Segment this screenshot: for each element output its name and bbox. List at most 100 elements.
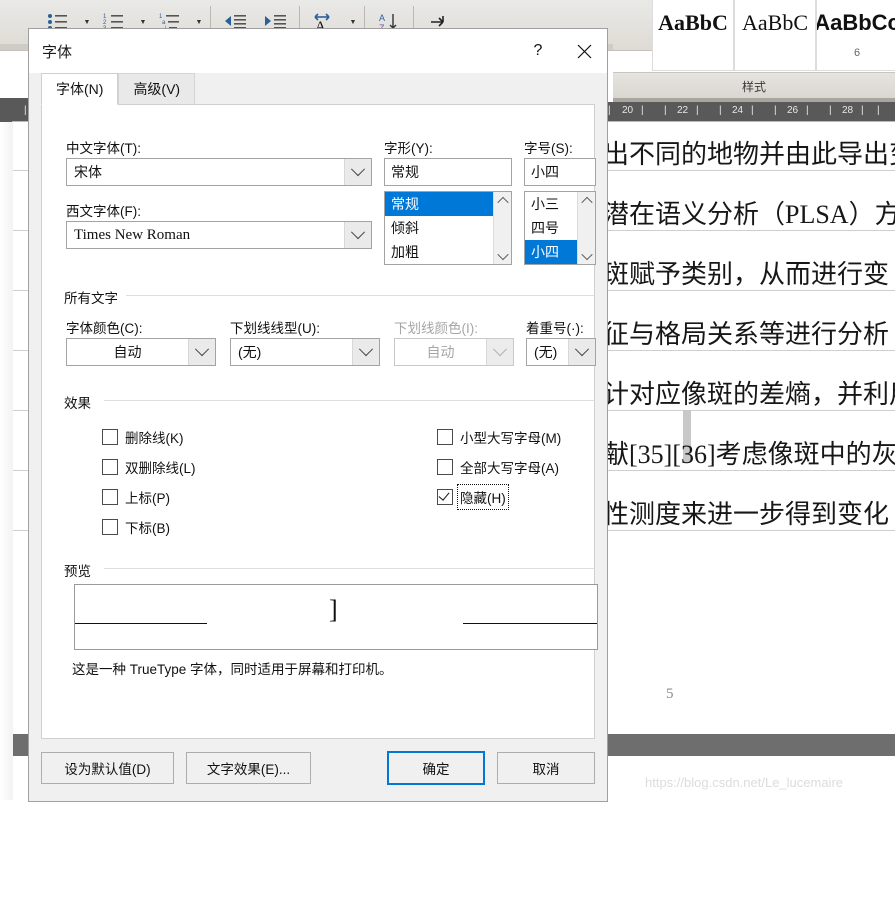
preview-group-title: 预览 [64,560,97,580]
checkbox-subscript[interactable]: 下标(B) [102,517,170,537]
tab-label: 高级(V) [133,81,181,97]
font-tab-panel: 中文字体(T): 宋体 西文字体(F): Times New Roman 字形(… [41,104,598,739]
page-number: 5 [666,686,674,702]
checkbox-label: 隐藏(H) [457,484,509,510]
chevron-down-icon[interactable] [344,159,371,185]
ok-button[interactable]: 确定 [387,751,485,785]
checkbox-small-caps[interactable]: 小型大写字母(M) [437,427,561,447]
font-style-label: 字形(Y): [384,141,433,156]
checkbox-box[interactable] [437,489,453,505]
list-item[interactable]: 倾斜 [385,216,493,240]
close-icon[interactable] [561,29,607,73]
underline-style-value: (无) [238,344,262,360]
emphasis-mark-label: 着重号(·): [526,321,584,336]
document-line: 献[35][36]考虑像斑中的灰 [603,440,895,469]
styles-gallery[interactable]: AaBbC AaBbC AaBbCc 6 AaBbCcI 标题 7 AaBbCc… [652,0,895,72]
checkbox-double-strikethrough[interactable]: 双删除线(L) [102,457,196,477]
underline-color-value: 自动 [426,344,455,360]
checkbox-box[interactable] [102,429,118,445]
chinese-font-combo[interactable]: 宋体 [66,158,372,186]
emphasis-mark-value: (无) [534,344,558,360]
list-item[interactable]: 小三 [525,192,577,216]
font-style-input[interactable]: 常规 [384,158,512,186]
font-style-listbox[interactable]: 常规 倾斜 加粗 [384,191,512,265]
all-text-group-title: 所有文字 [64,287,124,307]
document-line: 斑赋予类别，从而进行变 [603,260,890,289]
scroll-down-icon[interactable] [494,247,511,264]
checkbox-hidden[interactable]: 隐藏(H) [437,484,509,510]
help-icon[interactable]: ? [515,29,561,73]
button-label: 设为默认值(D) [64,762,151,777]
svg-text:A: A [379,13,385,23]
button-label: 取消 [532,762,560,777]
checkbox-box[interactable] [102,519,118,535]
dialog-tabstrip[interactable]: 字体(N) 高级(V) [29,73,607,105]
list-item-label: 常规 [391,196,419,212]
button-label: 确定 [422,762,450,777]
font-size-listbox[interactable]: 小三 四号 小四 [524,191,596,265]
style-sample: AaBbC [658,10,728,35]
checkbox-box[interactable] [102,459,118,475]
scroll-down-icon[interactable] [578,247,595,264]
tab-advanced[interactable]: 高级(V) [118,73,196,105]
document-line: 计对应像斑的差熵，并利用 [603,380,895,409]
cancel-button[interactable]: 取消 [497,752,595,784]
text-effects-button[interactable]: 文字效果(E)... [186,752,311,784]
checkbox-label: 全部大写字母(A) [460,461,559,476]
latin-font-combo[interactable]: Times New Roman [66,221,372,249]
set-as-default-button[interactable]: 设为默认值(D) [41,752,174,784]
preview-sample-text: ] [329,595,338,624]
font-size-input[interactable]: 小四 [524,158,596,186]
chevron-down-icon[interactable] [344,222,371,248]
list-item[interactable]: 加粗 [385,240,493,264]
document-left-margin [0,122,13,800]
chevron-down-icon[interactable] [188,339,215,365]
scroll-up-icon[interactable] [494,192,511,209]
style-sample: AaBbC [742,10,808,35]
document-line: 性测度来进一步得到变化 [603,500,890,529]
checkbox-label: 下标(B) [125,521,170,536]
style-tile[interactable]: AaBbC [734,0,816,71]
scrollbar[interactable] [577,192,595,264]
style-tile[interactable]: AaBbCc 6 [816,0,895,71]
watermark-text: https://blog.csdn.net/Le_lucemaire [645,775,844,790]
checkbox-box[interactable] [102,489,118,505]
checkbox-all-caps[interactable]: 全部大写字母(A) [437,457,559,477]
font-preview-box: ] [74,584,598,650]
checkbox-box[interactable] [437,429,453,445]
font-dialog[interactable]: 字体 ? 字体(N) 高级(V) 中文字体(T): 宋体 西文字体(F): Ti… [28,28,608,802]
scrollbar[interactable] [493,192,511,264]
chevron-down-icon[interactable] [568,339,595,365]
document-line: 出不同的地物并由此导出变 [603,140,895,169]
list-item-label: 加粗 [391,244,419,260]
preview-note: 这是一种 TrueType 字体，同时适用于屏幕和打印机。 [72,662,393,677]
styles-group-label-bar: 样式 [613,72,895,99]
ruler-tick: 24 [732,105,744,116]
style-tile[interactable]: AaBbC [652,0,734,71]
underline-color-label: 下划线颜色(I): [394,321,478,336]
dialog-title-bar: 字体 ? [29,29,607,73]
emphasis-mark-combo[interactable]: (无) [526,338,596,366]
chevron-down-icon[interactable] [352,339,379,365]
checkbox-box[interactable] [437,459,453,475]
list-item-label: 小四 [531,244,559,260]
list-item[interactable]: 小四 [525,240,577,264]
ruler-tick: 22 [677,105,689,116]
button-label: 文字效果(E)... [206,762,291,777]
dialog-footer: 设为默认值(D) 文字效果(E)... 确定 取消 [29,739,607,801]
font-color-label: 字体颜色(C): [66,321,143,336]
list-item[interactable]: 四号 [525,216,577,240]
checkbox-superscript[interactable]: 上标(P) [102,487,170,507]
document-line: 征与格局关系等进行分析 [603,320,890,349]
underline-style-combo[interactable]: (无) [230,338,380,366]
font-color-value: 自动 [113,344,142,360]
checkbox-strikethrough[interactable]: 删除线(K) [102,427,184,447]
tab-font[interactable]: 字体(N) [41,73,119,105]
style-sample: AaBbCc [816,10,895,35]
scroll-up-icon[interactable] [578,192,595,209]
ruler-tick: 26 [787,105,799,116]
chevron-down-icon [486,339,513,365]
list-item-label: 小三 [531,196,559,212]
font-color-combo[interactable]: 自动 [66,338,216,366]
list-item[interactable]: 常规 [385,192,493,216]
